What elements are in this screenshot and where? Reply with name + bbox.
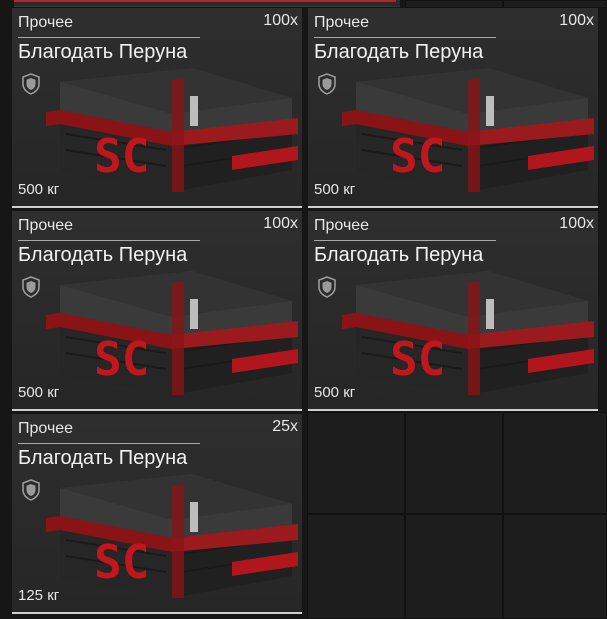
item-quantity: 25x (272, 418, 298, 435)
crate-image: SC (46, 271, 298, 395)
empty-slot[interactable] (503, 514, 607, 619)
item-quantity: 100x (263, 12, 298, 29)
crate-image: SC (342, 68, 594, 192)
item-quantity: 100x (263, 215, 298, 232)
crate-emblem: SC (94, 535, 149, 589)
item-category: Прочее (18, 217, 74, 234)
crate-image: SC (46, 474, 298, 598)
top-accent-bar (14, 0, 396, 2)
empty-slot[interactable] (405, 514, 503, 619)
item-weight: 500 кг (314, 384, 356, 401)
empty-slot[interactable] (307, 412, 405, 514)
item-weight: 500 кг (18, 384, 60, 401)
shield-icon (22, 276, 40, 298)
item-divider (18, 37, 200, 38)
inventory-item[interactable]: Прочее 100x Благодать Перуна SC 500 кг (308, 8, 598, 208)
empty-slot[interactable] (405, 0, 503, 8)
item-divider (314, 240, 496, 241)
inventory-grid: Прочее 100x Благодать Перуна SC 500 кг П… (0, 0, 607, 619)
empty-slot[interactable] (405, 412, 503, 514)
empty-slot[interactable] (503, 0, 607, 8)
empty-slot[interactable] (503, 412, 607, 514)
item-weight: 500 кг (18, 181, 60, 198)
item-category: Прочее (18, 420, 74, 437)
item-divider (18, 443, 200, 444)
crate-emblem: SC (94, 129, 149, 183)
crate-image: SC (342, 271, 594, 395)
inventory-top-strip (14, 0, 400, 7)
inventory-item[interactable]: Прочее 100x Благодать Перуна SC 500 кг (308, 211, 598, 411)
item-category: Прочее (314, 217, 370, 234)
item-category: Прочее (18, 14, 74, 31)
item-weight: 500 кг (314, 181, 356, 198)
item-divider (314, 37, 496, 38)
empty-slot[interactable] (307, 514, 405, 619)
crate-image: SC (46, 68, 298, 192)
item-quantity: 100x (559, 12, 594, 29)
shield-icon (22, 479, 40, 501)
item-quantity: 100x (559, 215, 594, 232)
shield-icon (318, 73, 336, 95)
item-weight: 125 кг (18, 587, 60, 604)
crate-emblem: SC (390, 332, 445, 386)
item-divider (18, 240, 200, 241)
inventory-item[interactable]: Прочее 100x Благодать Перуна SC 500 кг (12, 211, 302, 411)
item-category: Прочее (314, 14, 370, 31)
inventory-item[interactable]: Прочее 100x Благодать Перуна SC 500 кг (12, 8, 302, 208)
inventory-item[interactable]: Прочее 25x Благодать Перуна SC 125 кг (12, 414, 302, 614)
shield-icon (22, 73, 40, 95)
crate-emblem: SC (94, 332, 149, 386)
crate-emblem: SC (390, 129, 445, 183)
shield-icon (318, 276, 336, 298)
